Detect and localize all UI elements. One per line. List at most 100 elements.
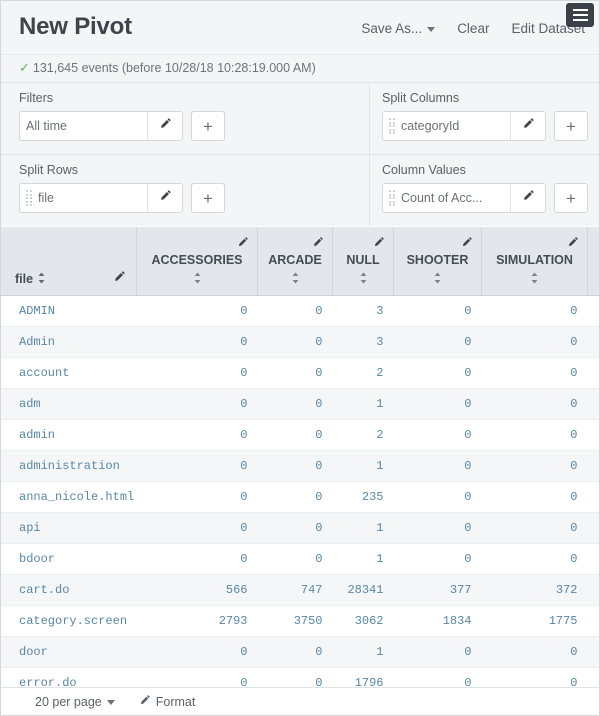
- table-cell-value[interactable]: 0: [588, 358, 600, 389]
- table-cell-value[interactable]: 1796: [333, 668, 394, 690]
- per-page-selector[interactable]: 20 per page: [35, 695, 115, 709]
- table-cell-value[interactable]: 0: [588, 668, 600, 690]
- table-cell-value[interactable]: 0: [394, 544, 482, 575]
- table-cell-value[interactable]: 0: [394, 389, 482, 420]
- table-cell-file[interactable]: Admin: [1, 327, 137, 358]
- table-cell-value[interactable]: 0: [588, 327, 600, 358]
- table-cell-value[interactable]: 0: [258, 482, 333, 513]
- table-cell-value[interactable]: 0: [258, 327, 333, 358]
- sort-arrows-icon[interactable]: [482, 271, 587, 289]
- column-values-pill-count[interactable]: Count of Acc...: [382, 183, 546, 213]
- table-cell-value[interactable]: 0: [258, 358, 333, 389]
- table-cell-value[interactable]: 0: [137, 389, 258, 420]
- table-cell-value[interactable]: 3: [333, 296, 394, 327]
- table-cell-value[interactable]: 0: [588, 544, 600, 575]
- table-cell-value[interactable]: 0: [394, 668, 482, 690]
- table-cell-value[interactable]: 3: [333, 327, 394, 358]
- add-column-value-button[interactable]: +: [554, 183, 588, 213]
- add-filter-button[interactable]: +: [191, 111, 225, 141]
- column-values-edit-button[interactable]: [510, 184, 545, 212]
- table-cell-value[interactable]: 0: [258, 513, 333, 544]
- hamburger-menu-icon[interactable]: [566, 3, 594, 27]
- table-cell-value[interactable]: 0: [588, 482, 600, 513]
- table-cell-file[interactable]: adm: [1, 389, 137, 420]
- split-rows-pill-file[interactable]: file: [19, 183, 183, 213]
- table-cell-file[interactable]: administration: [1, 451, 137, 482]
- table-cell-value[interactable]: 0: [482, 420, 588, 451]
- table-cell-value[interactable]: 0: [258, 544, 333, 575]
- table-cell-value[interactable]: 0: [588, 637, 600, 668]
- split-rows-pill-body[interactable]: file: [20, 184, 147, 212]
- split-rows-edit-button[interactable]: [147, 184, 182, 212]
- table-cell-value[interactable]: 0: [394, 451, 482, 482]
- table-cell-value[interactable]: 0: [137, 420, 258, 451]
- table-cell-value[interactable]: 0: [258, 296, 333, 327]
- column-header-null[interactable]: NULL: [333, 227, 394, 296]
- table-cell-value[interactable]: 1: [333, 513, 394, 544]
- pencil-icon[interactable]: [567, 235, 579, 253]
- filter-edit-button[interactable]: [147, 112, 182, 140]
- table-cell-value[interactable]: 377: [394, 575, 482, 606]
- table-cell-file[interactable]: ADMIN: [1, 296, 137, 327]
- table-cell-value[interactable]: 0: [588, 296, 600, 327]
- table-cell-value[interactable]: 0: [482, 451, 588, 482]
- table-cell-value[interactable]: 0: [137, 513, 258, 544]
- table-cell-value[interactable]: 0: [588, 513, 600, 544]
- column-header-next-partial[interactable]: S: [588, 227, 600, 296]
- split-columns-pill-body[interactable]: categoryId: [383, 112, 510, 140]
- split-columns-edit-button[interactable]: [510, 112, 545, 140]
- table-cell-file[interactable]: category.screen: [1, 606, 137, 637]
- sort-arrows-icon[interactable]: [588, 271, 599, 289]
- pencil-icon[interactable]: [461, 235, 473, 253]
- filter-pill-all-time[interactable]: All time: [19, 111, 183, 141]
- table-cell-value[interactable]: 0: [394, 420, 482, 451]
- table-cell-value[interactable]: 0: [482, 358, 588, 389]
- table-cell-file[interactable]: error.do: [1, 668, 137, 690]
- table-cell-value[interactable]: 0: [588, 575, 600, 606]
- table-cell-file[interactable]: admin: [1, 420, 137, 451]
- column-values-pill-body[interactable]: Count of Acc...: [383, 184, 510, 212]
- table-cell-value[interactable]: 2: [333, 420, 394, 451]
- table-cell-value[interactable]: 747: [258, 575, 333, 606]
- table-cell-value[interactable]: 0: [394, 482, 482, 513]
- sort-arrows-icon[interactable]: [394, 271, 481, 289]
- table-cell-value[interactable]: 0: [137, 358, 258, 389]
- pencil-icon[interactable]: [237, 235, 249, 253]
- add-split-row-button[interactable]: +: [191, 183, 225, 213]
- table-cell-value[interactable]: 1834: [394, 606, 482, 637]
- filter-pill-body[interactable]: All time: [20, 112, 147, 140]
- sort-arrows-icon[interactable]: [258, 271, 332, 289]
- table-cell-value[interactable]: 0: [258, 668, 333, 690]
- table-cell-value[interactable]: 0: [482, 513, 588, 544]
- table-cell-value[interactable]: 0: [137, 451, 258, 482]
- table-cell-value[interactable]: 0: [258, 451, 333, 482]
- table-cell-value[interactable]: 0: [482, 482, 588, 513]
- table-cell-file[interactable]: account: [1, 358, 137, 389]
- table-cell-value[interactable]: 0: [482, 668, 588, 690]
- table-cell-file[interactable]: bdoor: [1, 544, 137, 575]
- table-cell-value[interactable]: 0: [258, 420, 333, 451]
- drag-handle-icon[interactable]: [26, 190, 32, 206]
- table-cell-value[interactable]: 1775: [482, 606, 588, 637]
- table-cell-value[interactable]: 0: [258, 389, 333, 420]
- table-cell-value[interactable]: 3062: [333, 606, 394, 637]
- table-cell-value[interactable]: 0: [394, 296, 482, 327]
- table-cell-value[interactable]: 372: [482, 575, 588, 606]
- clear-button[interactable]: Clear: [457, 21, 489, 36]
- table-cell-value[interactable]: 0: [258, 637, 333, 668]
- table-cell-value[interactable]: 28341: [333, 575, 394, 606]
- split-columns-pill-categoryid[interactable]: categoryId: [382, 111, 546, 141]
- sort-arrows-icon[interactable]: [333, 271, 393, 289]
- save-as-button[interactable]: Save As...: [361, 21, 435, 36]
- pencil-icon[interactable]: [312, 235, 324, 253]
- table-cell-value[interactable]: 0: [482, 544, 588, 575]
- sort-arrows-icon[interactable]: [137, 271, 257, 289]
- pencil-icon[interactable]: [373, 235, 385, 253]
- table-cell-value[interactable]: 1: [333, 544, 394, 575]
- table-cell-value[interactable]: 0: [588, 606, 600, 637]
- column-header-accessories[interactable]: ACCESSORIES: [137, 227, 258, 296]
- table-cell-value[interactable]: 0: [137, 296, 258, 327]
- table-cell-value[interactable]: 0: [394, 637, 482, 668]
- column-header-arcade[interactable]: ARCADE: [258, 227, 333, 296]
- table-cell-file[interactable]: cart.do: [1, 575, 137, 606]
